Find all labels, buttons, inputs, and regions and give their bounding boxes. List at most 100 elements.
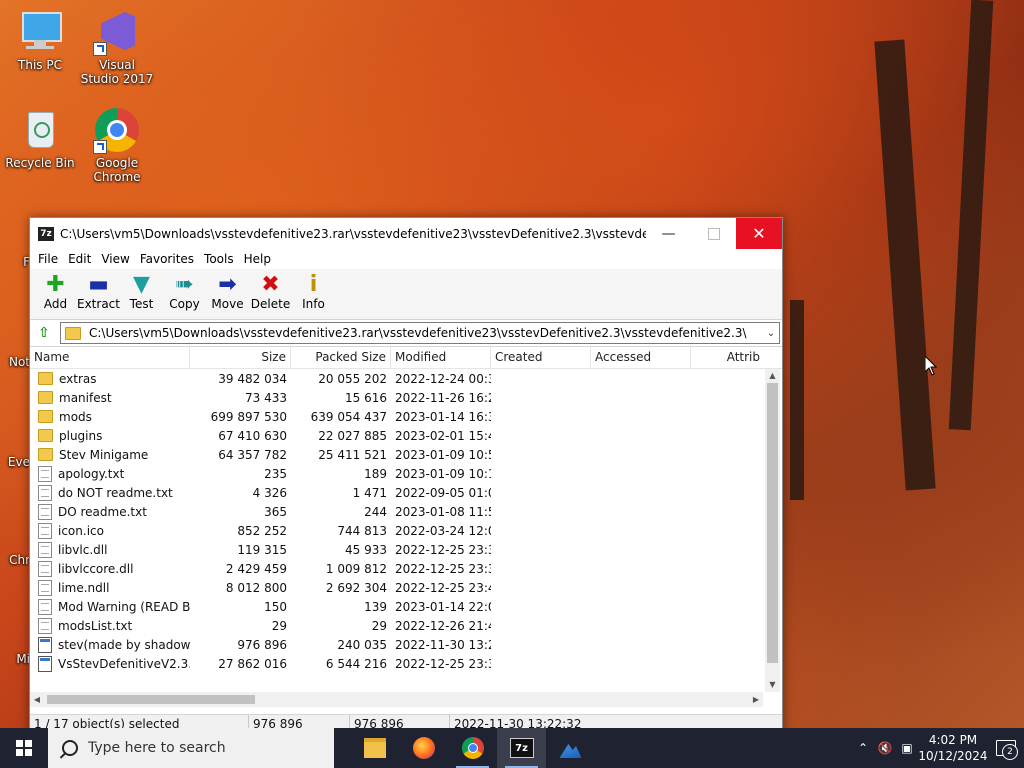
notification-center-button[interactable]: 2 <box>988 728 1024 768</box>
menu-favorites[interactable]: Favorites <box>136 252 200 266</box>
table-row[interactable]: manifest 73 433 15 616 2022-11-26 16:25 <box>30 388 782 407</box>
column-header-accessed[interactable]: Accessed <box>591 345 691 368</box>
table-row[interactable]: stev(made by shadowh... 976 896 240 035 202… <box>30 635 782 654</box>
desktop-icon-partial[interactable]: Eve <box>0 455 30 469</box>
horizontal-scrollbar[interactable]: ◀ ▶ <box>30 692 763 707</box>
column-header-created[interactable]: Created <box>491 345 591 368</box>
copy-button[interactable]: ➠ Copy <box>163 269 206 312</box>
table-row[interactable]: icon.ico 852 252 744 813 2022-03-24 12:06 <box>30 521 782 540</box>
minimize-button[interactable]: — <box>646 218 691 249</box>
desktop-icon-recycle-bin[interactable]: Recycle Bin <box>2 106 78 170</box>
cell-size: 73 433 <box>245 390 287 405</box>
cell-modified: 2023-01-14 22:05 <box>395 599 491 614</box>
test-button[interactable]: ▼ Test <box>120 269 163 312</box>
horizontal-scroll-thumb[interactable] <box>47 695 255 704</box>
pc-icon <box>16 8 64 56</box>
taskbar-firefox[interactable] <box>399 728 448 768</box>
vertical-scrollbar[interactable]: ▲ ▼ <box>765 369 780 692</box>
desktop-icon-partial[interactable]: Chr <box>0 553 30 567</box>
menu-file[interactable]: File <box>34 252 64 266</box>
scroll-up-icon[interactable]: ▲ <box>765 369 780 383</box>
scroll-down-icon[interactable]: ▼ <box>765 678 780 692</box>
table-row[interactable]: Mod Warning (READ BE... 150 139 2023-01-14 … <box>30 597 782 616</box>
search-icon <box>62 740 78 756</box>
desktop-icon-this-pc[interactable]: This PC <box>2 8 78 72</box>
taskbar-photos[interactable] <box>546 728 595 768</box>
table-row[interactable]: lime.ndll 8 012 800 2 692 304 2022-12-25 23… <box>30 578 782 597</box>
menu-bar: File Edit View Favorites Tools Help <box>30 249 782 269</box>
column-header-packed-size[interactable]: Packed Size <box>291 345 391 368</box>
table-row[interactable]: extras 39 482 034 20 055 202 2022-12-24 00:… <box>30 369 782 388</box>
up-arrow-icon: ⇧ <box>38 325 50 341</box>
add-button[interactable]: ✚ Add <box>34 269 77 312</box>
cell-size: 235 <box>264 466 287 481</box>
desktop-icon-partial[interactable]: Not <box>0 355 30 369</box>
cell-packed-size: 20 055 202 <box>318 371 387 386</box>
taskbar-search[interactable]: Type here to search <box>48 728 334 768</box>
table-row[interactable]: Stev Minigame 64 357 782 25 411 521 2023-01… <box>30 445 782 464</box>
desktop-icon-partial[interactable]: Mi <box>0 652 30 666</box>
close-button[interactable]: ✕ <box>736 218 782 249</box>
photos-icon <box>559 744 582 758</box>
taskbar-file-explorer[interactable] <box>350 728 399 768</box>
cell-name: Mod Warning (READ BE... <box>30 598 190 615</box>
cell-modified: 2022-12-26 21:46 <box>395 618 491 633</box>
cell-packed-size: 15 616 <box>345 390 387 405</box>
chevron-down-icon[interactable]: ⌄ <box>763 328 779 339</box>
cell-size: 39 482 034 <box>218 371 287 386</box>
minimize-icon: — <box>661 225 676 242</box>
clock[interactable]: 4:02 PM 10/12/2024 <box>918 732 988 764</box>
column-header-attrib[interactable]: Attrib <box>691 345 764 368</box>
maximize-button[interactable] <box>691 218 736 249</box>
scroll-right-icon[interactable]: ▶ <box>749 692 763 707</box>
table-row[interactable]: VsStevDefenitiveV2.3.exe 27 862 016 6 544 … <box>30 654 782 673</box>
cell-size: 976 896 <box>237 637 287 652</box>
table-row[interactable]: apology.txt 235 189 2023-01-09 10:12 <box>30 464 782 483</box>
cell-packed-size: 45 933 <box>345 542 387 557</box>
cell-name: apology.txt <box>30 465 190 482</box>
wallpaper-tree <box>948 0 994 431</box>
table-row[interactable]: libvlccore.dll 2 429 459 1 009 812 2022-12-… <box>30 559 782 578</box>
cell-size: 699 897 530 <box>210 409 287 424</box>
info-button[interactable]: i Info <box>292 269 335 312</box>
desktop-icon-visual-studio[interactable]: Visual Studio 2017 <box>79 8 155 86</box>
table-row[interactable]: do NOT readme.txt 4 326 1 471 2022-09-05 01… <box>30 483 782 502</box>
file-icon <box>38 598 52 615</box>
menu-tools[interactable]: Tools <box>200 252 240 266</box>
cell-modified: 2022-12-25 23:39 <box>395 561 491 576</box>
table-row[interactable]: plugins 67 410 630 22 027 885 2023-02-01 15… <box>30 426 782 445</box>
cell-packed-size: 1 471 <box>352 485 387 500</box>
maximize-icon <box>707 227 720 240</box>
scroll-left-icon[interactable]: ◀ <box>30 692 44 707</box>
title-bar[interactable]: 7z C:\Users\vm5\Downloads\vsstevdefeniti… <box>30 218 782 249</box>
column-header-name[interactable]: Name <box>30 345 190 368</box>
taskbar-7zip[interactable]: 7z <box>497 728 546 768</box>
table-row[interactable]: mods 699 897 530 639 054 437 2023-01-14 16:… <box>30 407 782 426</box>
table-row[interactable]: libvlc.dll 119 315 45 933 2022-12-25 23:39 <box>30 540 782 559</box>
extract-button[interactable]: ▬ Extract <box>77 269 120 312</box>
7zip-app-icon: 7z <box>38 226 54 241</box>
desktop-icon-chrome[interactable]: Google Chrome <box>79 106 155 184</box>
column-header-size[interactable]: Size <box>190 345 291 368</box>
vertical-scroll-thumb[interactable] <box>767 383 778 663</box>
volume-muted-icon[interactable]: 🔇 <box>874 741 896 755</box>
menu-help[interactable]: Help <box>240 252 277 266</box>
desktop-icon-partial[interactable]: F <box>0 255 30 269</box>
start-button[interactable] <box>0 728 48 768</box>
cell-name: do NOT readme.txt <box>30 484 190 501</box>
taskbar-chrome[interactable] <box>448 728 497 768</box>
menu-edit[interactable]: Edit <box>64 252 97 266</box>
file-icon <box>38 560 52 577</box>
menu-view[interactable]: View <box>97 252 135 266</box>
up-folder-button[interactable]: ⇧ <box>32 322 56 344</box>
move-button[interactable]: ➡ Move <box>206 269 249 312</box>
table-row[interactable]: DO readme.txt 365 244 2023-01-08 11:55 <box>30 502 782 521</box>
network-icon[interactable]: ▣ <box>896 741 918 755</box>
table-row[interactable]: modsList.txt 29 29 2022-12-26 21:46 <box>30 616 782 635</box>
address-bar: ⇧ C:\Users\vm5\Downloads\vsstevdefenitiv… <box>30 320 782 347</box>
chevron-up-icon[interactable]: ⌃ <box>852 741 874 755</box>
column-header-modified[interactable]: Modified <box>391 345 491 368</box>
delete-button[interactable]: ✖ Delete <box>249 269 292 312</box>
cell-name: libvlccore.dll <box>30 560 190 577</box>
address-field[interactable]: C:\Users\vm5\Downloads\vsstevdefenitive2… <box>60 322 780 344</box>
